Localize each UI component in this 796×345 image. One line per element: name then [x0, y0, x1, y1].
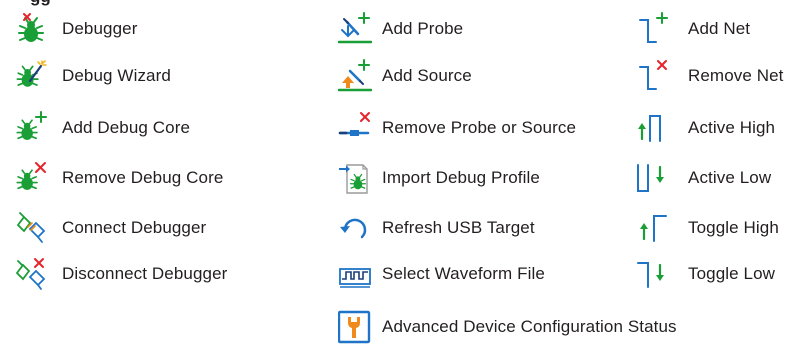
add-debug-core-icon: [14, 111, 48, 145]
active-high-icon: [636, 111, 670, 145]
legend-label: Connect Debugger: [62, 218, 207, 237]
legend-label: Advanced Device Configuration Status: [382, 317, 677, 336]
add-net-icon: [636, 12, 670, 46]
legend-label: Debug Wizard: [62, 66, 171, 85]
legend-label: Remove Debug Core: [62, 168, 224, 187]
legend-label: Debugger: [62, 19, 138, 38]
remove-net-icon: [636, 59, 670, 93]
add-source-icon: [338, 59, 372, 93]
legend-item-add-source: Add Source: [338, 58, 472, 94]
legend-item-advanced-device-configuration-status: Advanced Device Configuration Status: [338, 309, 677, 345]
legend-item-toggle-high: Toggle High: [636, 210, 779, 246]
legend-label: Active Low: [688, 168, 772, 187]
legend-label: Add Debug Core: [62, 118, 191, 137]
page-heading-fragment: gg: [0, 0, 70, 8]
remove-debug-core-icon: [14, 161, 48, 195]
legend-item-add-probe: Add Probe: [338, 11, 463, 47]
remove-probe-icon: [338, 111, 372, 145]
legend-item-toggle-low: Toggle Low: [636, 256, 775, 292]
legend-label: Toggle Low: [688, 264, 776, 283]
debugger-icon: [14, 12, 48, 46]
legend-item-connect-debugger: Connect Debugger: [14, 210, 206, 246]
legend-label: Disconnect Debugger: [62, 264, 228, 283]
legend-label: Active High: [688, 118, 776, 137]
legend-item-add-net: Add Net: [636, 11, 750, 47]
legend-item-active-high: Active High: [636, 110, 775, 146]
legend-label: Remove Net: [688, 66, 784, 85]
device-config-icon: [338, 310, 372, 344]
legend-item-debugger: Debugger: [14, 11, 137, 47]
legend-item-add-debug-core: Add Debug Core: [14, 110, 190, 146]
legend-item-disconnect-debugger: Disconnect Debugger: [14, 256, 227, 292]
legend-label: Toggle High: [688, 218, 779, 237]
legend-label: Select Waveform File: [382, 264, 545, 283]
legend-item-debug-wizard: Debug Wizard: [14, 58, 171, 94]
legend-item-remove-probe-or-source: Remove Probe or Source: [338, 110, 576, 146]
waveform-file-icon: [338, 257, 372, 291]
legend-item-select-waveform-file: Select Waveform File: [338, 256, 545, 292]
legend-label: Refresh USB Target: [382, 218, 535, 237]
toggle-low-icon: [636, 257, 670, 291]
legend-label: Import Debug Profile: [382, 168, 540, 187]
import-debug-profile-icon: [338, 161, 372, 195]
connect-debugger-icon: [14, 211, 48, 245]
legend-item-active-low: Active Low: [636, 160, 771, 196]
disconnect-debugger-icon: [14, 257, 48, 291]
legend-item-remove-debug-core: Remove Debug Core: [14, 160, 223, 196]
legend-label: Add Source: [382, 66, 472, 85]
legend-label: Add Net: [688, 19, 751, 38]
add-probe-icon: [338, 12, 372, 46]
debug-wizard-icon: [14, 59, 48, 93]
refresh-icon: [338, 211, 372, 245]
legend-label: Add Probe: [382, 19, 464, 38]
legend-label: Remove Probe or Source: [382, 118, 577, 137]
toggle-high-icon: [636, 211, 670, 245]
legend-item-import-debug-profile: Import Debug Profile: [338, 160, 540, 196]
active-low-icon: [636, 161, 670, 195]
legend-item-remove-net: Remove Net: [636, 58, 783, 94]
legend-item-refresh-usb-target: Refresh USB Target: [338, 210, 535, 246]
